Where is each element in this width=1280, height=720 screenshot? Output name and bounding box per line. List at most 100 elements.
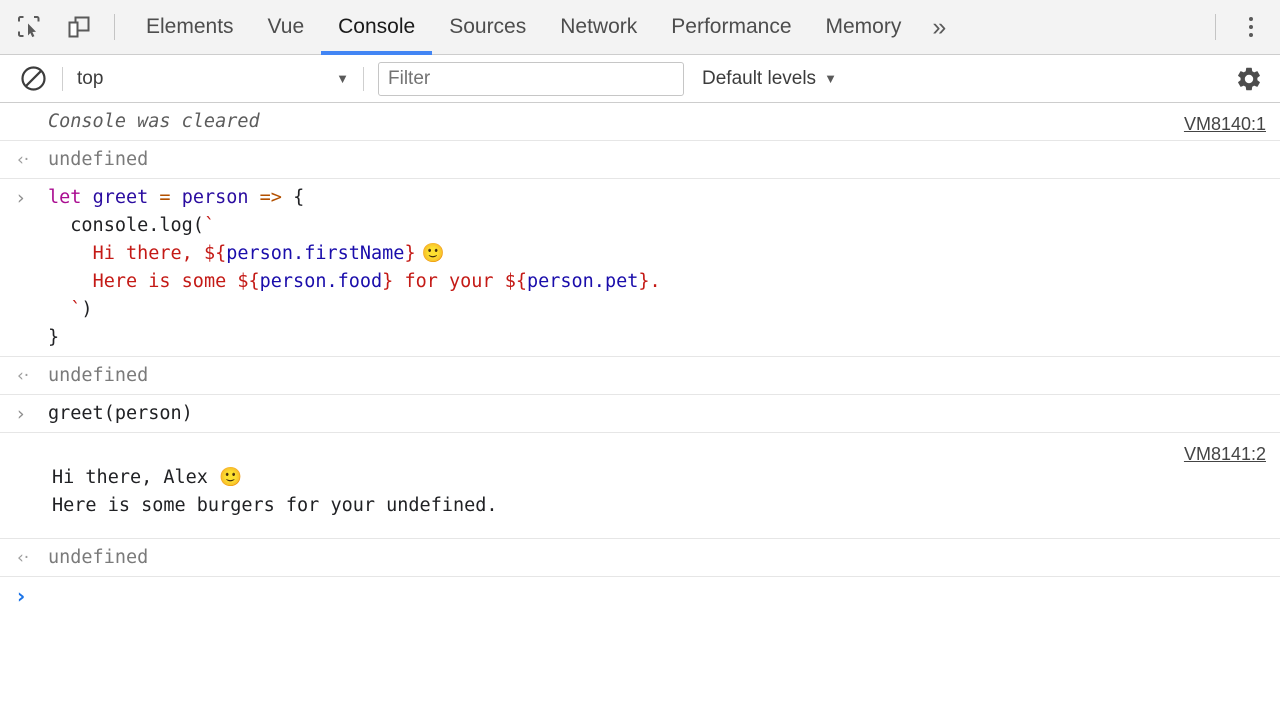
code-line: let greet = person => { xyxy=(48,184,1100,212)
code-token: greet xyxy=(92,187,149,208)
code-token: }. xyxy=(638,271,661,292)
tab-label: Performance xyxy=(671,15,792,38)
input-expression: greet(person) xyxy=(48,403,193,424)
execution-context-selector[interactable]: top ▼ xyxy=(77,68,349,90)
code-token: ` xyxy=(70,299,82,320)
tab-performance[interactable]: Performance xyxy=(654,0,808,55)
code-token: ${ xyxy=(203,243,227,264)
code-token: let xyxy=(48,187,82,208)
console-message-result: ‹· undefined xyxy=(0,141,1280,179)
code-token: for your xyxy=(393,271,505,292)
tab-label: Console xyxy=(338,15,416,38)
device-toolbar-icon[interactable] xyxy=(58,6,100,48)
device-toolbar-icon-glyph xyxy=(68,16,90,38)
code-token: } xyxy=(382,271,394,292)
more-tabs-icon[interactable]: » xyxy=(918,0,960,55)
tab-elements[interactable]: Elements xyxy=(129,0,251,55)
log-levels-selector[interactable]: Default levels ▼ xyxy=(702,68,837,90)
console-message-body: greet(person) xyxy=(0,400,1280,428)
code-line: Hi there, ${person.firstName} 🙂 xyxy=(48,240,1100,268)
gear-icon[interactable] xyxy=(1232,62,1266,96)
tab-console[interactable]: Console xyxy=(321,0,433,55)
toolbar-divider xyxy=(62,66,63,91)
console-log-output: Hi there, Alex 🙂 Here is some burgers for… xyxy=(0,438,1280,520)
code-line: console.log(` xyxy=(48,212,1100,240)
console-message-list[interactable]: Console was cleared VM8140:1 ‹· undefine… xyxy=(0,103,1280,720)
console-toolbar: top ▼ Default levels ▼ xyxy=(0,55,1280,103)
result-value: undefined xyxy=(48,149,149,170)
tabbar-right-group xyxy=(1201,0,1280,54)
console-prompt-row[interactable]: › xyxy=(0,577,1280,617)
tab-label: Memory xyxy=(825,15,902,38)
tab-vue[interactable]: Vue xyxy=(251,0,322,55)
code-token: console.log( xyxy=(48,215,204,236)
console-message-log: Hi there, Alex 🙂 Here is some burgers for… xyxy=(0,433,1280,539)
more-options-icon[interactable] xyxy=(1230,6,1272,48)
filter-input[interactable] xyxy=(378,61,684,96)
console-message-body: Console was cleared xyxy=(0,108,1280,136)
console-message-body: undefined xyxy=(0,146,1280,174)
code-token: => xyxy=(259,187,282,208)
console-message-body: undefined xyxy=(0,544,1280,572)
code-token: ${ xyxy=(504,271,527,292)
gear-icon-glyph xyxy=(1238,67,1260,90)
source-link[interactable]: VM8141:2 xyxy=(1184,440,1266,468)
code-token: person.firstName xyxy=(226,243,405,264)
toolbar-divider-right xyxy=(1215,14,1216,40)
tab-label: Sources xyxy=(449,15,527,38)
tab-label: Elements xyxy=(146,15,234,38)
log-line: Here is some burgers for your undefined. xyxy=(52,495,498,516)
input-arrow-icon: › xyxy=(17,187,25,209)
code-token: { xyxy=(281,187,305,208)
code-token: Here is some xyxy=(92,271,238,292)
code-token: ${ xyxy=(237,271,260,292)
toolbar-divider xyxy=(363,66,364,91)
source-link[interactable]: VM8140:1 xyxy=(1184,110,1266,138)
kebab-dot xyxy=(1249,17,1253,21)
code-token: ) xyxy=(81,299,93,320)
inspect-element-icon[interactable] xyxy=(8,6,50,48)
tab-label: Network xyxy=(560,15,638,38)
clear-console-icon-glyph xyxy=(20,66,46,91)
code-line: } xyxy=(48,324,1100,352)
inspect-element-icon-glyph xyxy=(18,16,40,38)
code-token: } xyxy=(48,327,60,348)
execution-context-label: top xyxy=(77,67,104,89)
input-arrow-icon: › xyxy=(17,403,25,425)
code-token: Hi there, xyxy=(92,243,204,264)
console-message-input-code: › let greet = person => { console.log(` … xyxy=(0,179,1280,357)
log-levels-label: Default levels xyxy=(702,67,817,89)
code-token: ` xyxy=(203,215,216,236)
log-line: Hi there, Alex 🙂 xyxy=(52,467,243,488)
devtools-tab-bar: Elements Vue Console Sources Network Per… xyxy=(0,0,1280,55)
chevron-down-icon: ▼ xyxy=(336,71,349,86)
code-token: = xyxy=(159,187,171,208)
tab-network[interactable]: Network xyxy=(543,0,654,55)
result-value: undefined xyxy=(48,547,149,568)
code-token: person xyxy=(181,187,249,208)
code-token: 🙂 xyxy=(415,243,445,264)
console-code-block: let greet = person => { console.log(` Hi… xyxy=(0,184,1280,352)
clear-console-icon[interactable] xyxy=(18,64,48,94)
chevron-down-icon: ▼ xyxy=(824,71,837,86)
code-line: Here is some ${person.food} for your ${p… xyxy=(48,268,1100,296)
result-arrow-icon: ‹· xyxy=(17,366,30,386)
console-message-result: ‹· undefined xyxy=(0,357,1280,395)
result-arrow-icon: ‹· xyxy=(17,150,30,170)
tab-memory[interactable]: Memory xyxy=(809,0,919,55)
result-arrow-icon: ‹· xyxy=(17,548,30,568)
console-message-input: › greet(person) xyxy=(0,395,1280,433)
tab-sources[interactable]: Sources xyxy=(432,0,543,55)
toolbar-divider xyxy=(114,14,115,40)
kebab-dot xyxy=(1249,33,1253,37)
kebab-dot xyxy=(1249,25,1253,29)
console-message-body: undefined xyxy=(0,362,1280,390)
more-tabs-label: » xyxy=(932,12,947,41)
